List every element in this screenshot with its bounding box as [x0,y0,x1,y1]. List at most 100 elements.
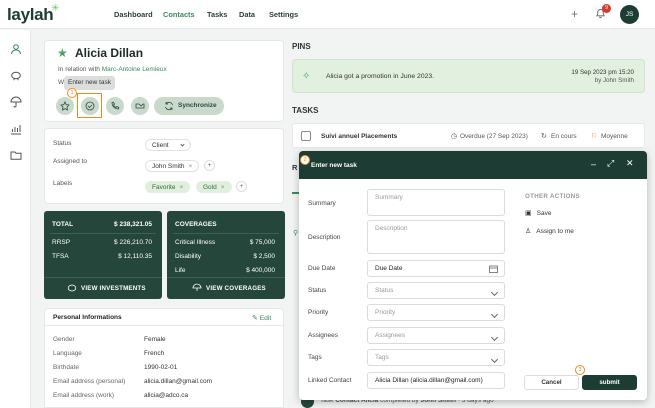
linked-contact-input[interactable]: Alicia Dillan (alicia.dillan@gmail.com) [367,372,505,389]
chevron-down-icon [490,288,499,297]
info-label: Email address (work) [53,392,115,399]
remove-icon[interactable]: × [189,163,193,170]
save-label: Save [536,210,552,217]
info-label: Birthdate [53,364,80,371]
linked-contact-label: Linked Contact [308,377,352,384]
total-label: TOTAL [52,221,74,228]
relation-link[interactable]: Marc-Antoine Lemieux [102,66,167,73]
save-icon: ▣ [525,210,532,217]
status-label: Status [53,140,72,147]
nav-contacts[interactable]: Contacts [163,10,195,19]
assignees-dropdown[interactable]: Assignees [367,327,505,344]
tfsa-value: $ 12,110.35 [118,253,152,260]
due-date-input[interactable]: Due Date [367,260,505,277]
handshake-icon [135,103,145,109]
other-actions-title: OTHER ACTIONS [525,193,580,200]
summary-input[interactable]: Summary [367,189,505,216]
relation-prefix: In relation with [58,66,100,73]
relation-line: In relation with Marc-Antoine Lemieux [58,66,167,73]
favorite-star-icon[interactable]: ★ [57,46,68,60]
task-checkbox[interactable] [301,131,311,141]
divider [173,233,279,234]
status-field-label: Status [308,287,327,294]
chart-icon[interactable] [10,123,22,135]
info-label: Language [53,350,82,357]
status-placeholder: Status [375,287,394,294]
nav-dashboard[interactable]: Dashboard [114,10,153,19]
top-navigation: laylah ✳ Dashboard Contacts Tasks Data S… [0,0,655,29]
pin-card: ✧ Alicia got a promotion in June 2023. 1… [292,59,645,93]
tfsa-label: TFSA [52,253,69,260]
status-dropdown[interactable]: Status [367,282,505,299]
assigned-chip: John Smith × [145,160,200,172]
step-marker: 2 [300,155,310,165]
nav-tasks[interactable]: Tasks [207,10,227,19]
notification-badge: 9 [602,4,611,13]
edit-label: Edit [259,315,272,322]
nav-data[interactable]: Data [239,10,255,19]
expand-icon[interactable]: ⤢ [607,158,614,169]
info-label: Gender [53,336,75,343]
new-task-modal: Enter new task – ⤢ ✕ 2 Summary Summary D… [299,151,647,400]
totals-card: TOTAL $ 238,321.05 RRSP $ 226,210.70 TFS… [44,211,162,299]
step-marker: 1 [67,88,77,98]
label-text: Gold [203,184,217,191]
chevron-down-icon [490,333,499,342]
add-label-button[interactable]: + [236,181,247,192]
view-coverages-button[interactable]: VIEW COVERAGES [206,285,266,292]
meeting-button[interactable] [131,97,149,115]
add-assignee-button[interactable]: + [204,160,215,171]
priority-dropdown[interactable]: Priority [367,304,505,321]
coverage-label: Disability [175,253,202,260]
priority-icon: ⚐ [591,133,598,140]
cancel-button[interactable]: Cancel [524,375,579,390]
calendar-icon[interactable] [489,265,498,273]
assign-to-me-action[interactable]: ♙ Assign to me [525,227,574,235]
folder-icon[interactable] [10,149,22,161]
pin-button[interactable] [56,97,74,115]
label-chip-gold: Gold × [196,181,232,193]
divider [44,325,284,326]
submit-button[interactable]: submit [582,375,637,390]
umbrella-icon[interactable] [10,96,22,108]
status-value: Client [152,142,169,149]
coverage-value: $ 2,500 [253,253,275,260]
call-button[interactable] [106,97,124,115]
highlight-frame [77,93,102,118]
view-investments-button[interactable]: VIEW INVESTMENTS [81,285,146,292]
status-select[interactable]: Client [145,139,191,151]
save-action[interactable]: ▣ Save [525,209,551,217]
edit-button[interactable]: ✎ Edit [252,314,271,322]
remove-icon[interactable]: × [179,184,183,191]
tasks-title: TASKS [292,106,319,115]
clock-icon: ◷ [451,133,458,140]
search-icon[interactable]: ⚲ [293,229,298,237]
pin-author: by John Smith [594,77,634,84]
coverage-value: $ 75,000 [249,239,275,246]
assigned-label: Assigned to [53,158,87,165]
sync-icon [165,101,173,111]
personal-info-title: Personal Informations [53,314,122,321]
tags-label: Tags [308,354,322,361]
coverages-header: COVERAGES [175,221,217,228]
add-icon[interactable]: + [571,7,578,21]
synchronize-button[interactable]: Synchronize [154,97,224,115]
piggy-bank-icon[interactable] [10,69,22,81]
sync-label: Synchronize [178,102,217,109]
chevron-down-icon [180,142,185,147]
description-input[interactable]: Description [367,220,505,254]
remove-icon[interactable]: × [221,184,225,191]
logo[interactable]: laylah [7,5,54,25]
close-icon[interactable]: ✕ [626,158,634,169]
rrsp-label: RRSP [52,239,71,246]
pencil-icon: ✎ [252,315,258,322]
task-row[interactable]: Suivi annuel Placements ◷ Overdue (27 Se… [292,123,645,148]
minimize-icon[interactable]: – [591,159,596,169]
tags-dropdown[interactable]: Tags [367,349,505,366]
person-icon[interactable] [10,43,22,55]
pin-text: Alicia got a promotion in June 2023. [326,73,435,80]
nav-settings[interactable]: Settings [269,10,298,19]
step-marker: 3 [575,365,585,375]
labels-label: Labels [53,180,73,187]
avatar[interactable]: JS [620,5,639,24]
